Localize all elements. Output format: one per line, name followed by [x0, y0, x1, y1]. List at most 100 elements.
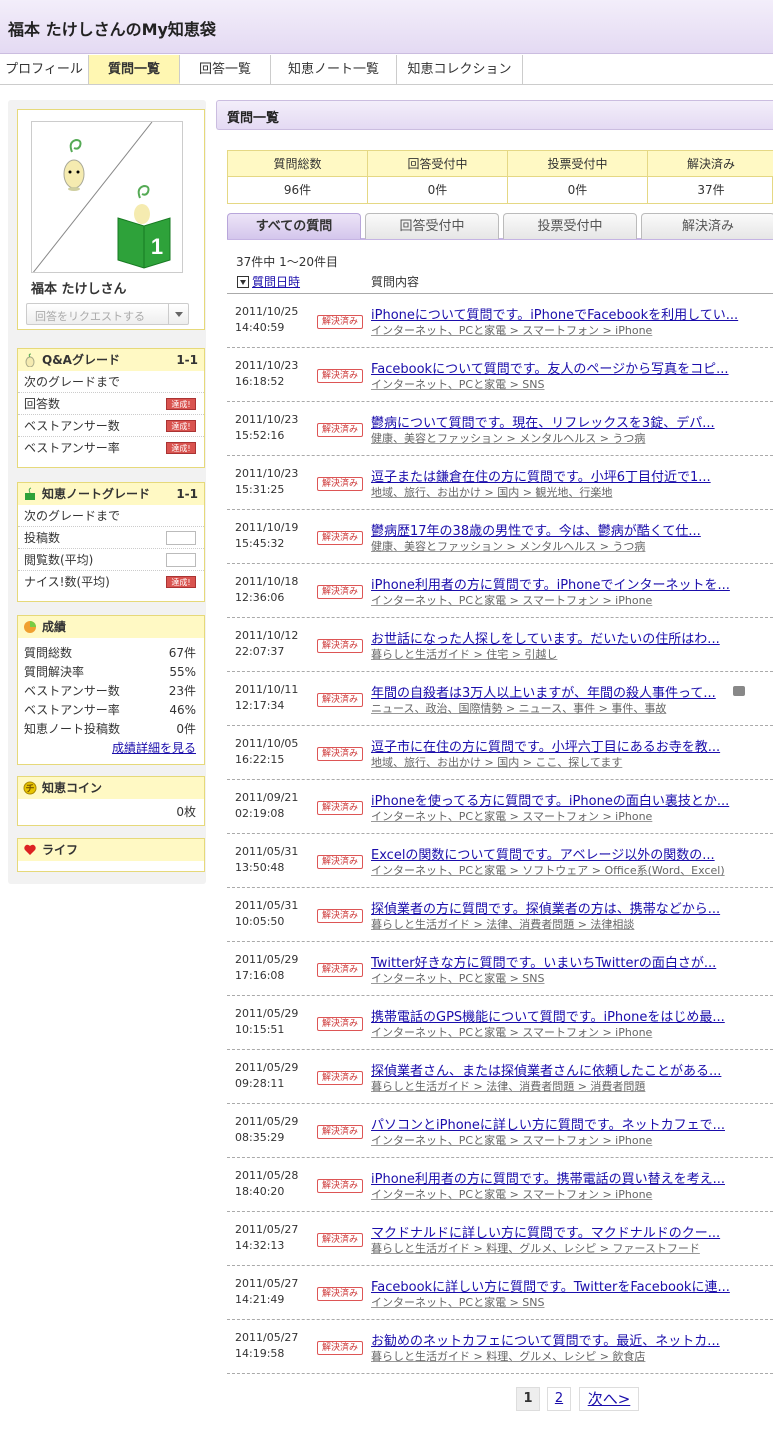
results-detail-link[interactable]: 成績詳細を見る: [112, 739, 196, 758]
summary-table: 質問総数 96件 回答受付中 0件 投票受付中 0件 解決済み 37件: [227, 150, 773, 204]
question-title-link[interactable]: Excelの関数について質問です。アベレージ以外の関数の...: [371, 844, 715, 863]
question-date: 2011/10/23: [235, 359, 299, 372]
question-category[interactable]: 暮らしと生活ガイド > 法律、消費者問題 > 法律相談: [371, 916, 634, 932]
request-answer-button[interactable]: 回答をリクエストする: [26, 303, 189, 325]
question-category[interactable]: 暮らしと生活ガイド > 法律、消費者問題 > 消費者問題: [371, 1078, 645, 1094]
question-time: 14:40:59: [235, 321, 285, 334]
resolved-badge: 解決済み: [317, 585, 363, 599]
question-time: 12:36:06: [235, 591, 285, 604]
question-title-link[interactable]: iPhone利用者の方に質問です。携帯電話の買い替えを考え...: [371, 1168, 725, 1187]
question-category[interactable]: 健康、美容とファッション > メンタルヘルス > うつ病: [371, 538, 645, 554]
next-page-link[interactable]: 次へ>: [579, 1387, 639, 1411]
question-title-link[interactable]: 鬱病について質問です。現在、リフレックスを3錠、デパ...: [371, 412, 715, 431]
avatar: 1: [31, 121, 183, 273]
question-title-link[interactable]: マクドナルドに詳しい方に質問です。マクドナルドのクー...: [371, 1222, 720, 1241]
question-date: 2011/05/29: [235, 1007, 299, 1020]
summary-value: 96件: [283, 183, 312, 197]
results-header: 成績: [18, 616, 204, 638]
question-category[interactable]: インターネット、PCと家電 > スマートフォン > iPhone: [371, 808, 652, 824]
resolved-badge: 解決済み: [317, 531, 363, 545]
question-title-link[interactable]: 逗子市に在住の方に質問です。小坪六丁目にあるお寺を教...: [371, 736, 720, 755]
tab-questions[interactable]: 質問一覧: [89, 55, 180, 84]
filter-tab-all[interactable]: すべての質問: [227, 213, 361, 239]
question-date: 2011/10/25: [235, 305, 299, 318]
resolved-badge: 解決済み: [317, 693, 363, 707]
filter-tab-open[interactable]: 回答受付中: [365, 213, 499, 239]
question-title-link[interactable]: iPhone利用者の方に質問です。iPhoneでインターネットを...: [371, 574, 730, 593]
tab-answers[interactable]: 回答一覧: [180, 55, 271, 84]
question-row: 2011/10/23 16:18:52 解決済み Facebookについて質問です。友…: [227, 348, 773, 402]
question-category[interactable]: インターネット、PCと家電 > スマートフォン > iPhone: [371, 322, 652, 338]
question-title-link[interactable]: Twitter好きな方に質問です。いまいちTwitterの面白さが...: [371, 952, 716, 971]
svg-text:1: 1: [151, 234, 163, 259]
question-category[interactable]: 健康、美容とファッション > メンタルヘルス > うつ病: [371, 430, 645, 446]
question-category[interactable]: ニュース、政治、国際情勢 > ニュース、事件 > 事件、事故: [371, 700, 666, 716]
stat-label: ベストアンサー率: [24, 703, 120, 717]
sort-by-date-link[interactable]: 質問日時: [252, 273, 300, 290]
question-title-link[interactable]: 探偵業者さん、または探偵業者さんに依頼したことがある...: [371, 1060, 721, 1079]
question-title-link[interactable]: 鬱病歴17年の38歳の男性です。今は、鬱病が酷くて仕...: [371, 520, 701, 539]
question-category[interactable]: 暮らしと生活ガイド > 住宅 > 引越し: [371, 646, 557, 662]
resolved-badge: 解決済み: [317, 477, 363, 491]
question-category[interactable]: インターネット、PCと家電 > SNS: [371, 1294, 545, 1310]
question-category[interactable]: インターネット、PCと家電 > スマートフォン > iPhone: [371, 1132, 652, 1148]
summary-value: 0件: [427, 183, 448, 197]
question-category[interactable]: インターネット、PCと家電 > SNS: [371, 376, 545, 392]
question-time: 10:05:50: [235, 915, 285, 928]
question-title-link[interactable]: 逗子または鎌倉在住の方に質問です。小坪6丁目付近で1...: [371, 466, 711, 485]
column-content-label: 質問内容: [371, 275, 420, 289]
page-2-link[interactable]: 2: [547, 1387, 571, 1411]
filter-tab-resolved[interactable]: 解決済み: [641, 213, 773, 239]
question-category[interactable]: インターネット、PCと家電 > SNS: [371, 970, 545, 986]
stat-label: ベストアンサー数: [24, 684, 120, 698]
page-header: 福本 たけしさんのMy知恵袋: [0, 0, 773, 54]
achieved-badge: 達成!: [166, 420, 196, 432]
question-row: 2011/05/31 10:05:50 解決済み 探偵業者の方に質問です。探偵業者の方…: [227, 888, 773, 942]
question-category[interactable]: 地域、旅行、お出かけ > 国内 > ここ、探してます: [371, 754, 622, 770]
sort-desc-icon[interactable]: [237, 276, 249, 288]
summary-label: 解決済み: [648, 151, 773, 177]
question-title-link[interactable]: iPhoneについて質問です。iPhoneでFacebookを利用してい...: [371, 304, 738, 323]
resolved-badge: 解決済み: [317, 1233, 363, 1247]
question-date: 2011/05/28: [235, 1169, 299, 1182]
question-title-link[interactable]: 携帯電話のGPS機能について質問です。iPhoneをはじめ最...: [371, 1006, 725, 1025]
question-title-link[interactable]: 探偵業者の方に質問です。探偵業者の方は、携帯などから...: [371, 898, 720, 917]
question-category[interactable]: インターネット、PCと家電 > スマートフォン > iPhone: [371, 1024, 652, 1040]
question-category[interactable]: インターネット、PCと家電 > ソフトウェア > Office系(Word、Ex…: [371, 862, 725, 878]
note-grade-value: 1-1: [176, 487, 198, 501]
question-title-link[interactable]: iPhoneを使ってる方に質問です。iPhoneの面白い裏技とか...: [371, 790, 729, 809]
qa-row-label: ベストアンサー数: [24, 419, 120, 433]
page-current: 1: [516, 1387, 540, 1411]
question-row: 2011/05/31 13:50:48 解決済み Excelの関数について質問です。ア…: [227, 834, 773, 888]
question-title-link[interactable]: お世話になった人探しをしています。だいたいの住所はわ...: [371, 628, 720, 647]
summary-label: 投票受付中: [508, 151, 647, 177]
summary-cell: 投票受付中 0件: [508, 151, 648, 203]
question-date: 2011/10/18: [235, 575, 299, 588]
profile-name: 福本 たけしさん: [31, 282, 127, 297]
question-category[interactable]: 地域、旅行、お出かけ > 国内 > 観光地、行楽地: [371, 484, 612, 500]
question-title-link[interactable]: 年間の自殺者は3万人以上いますが、年間の殺人事件って...: [371, 682, 716, 701]
filter-tab-voting[interactable]: 投票受付中: [503, 213, 637, 239]
question-category[interactable]: インターネット、PCと家電 > スマートフォン > iPhone: [371, 1186, 652, 1202]
question-title-link[interactable]: Facebookに詳しい方に質問です。TwitterをFacebookに連...: [371, 1276, 730, 1295]
tab-profile[interactable]: プロフィール: [0, 55, 89, 84]
question-list: 2011/10/25 14:40:59 解決済み iPhoneについて質問です。iPh…: [227, 293, 773, 1374]
question-title-link[interactable]: パソコンとiPhoneに詳しい方に質問です。ネットカフェで...: [371, 1114, 725, 1133]
stat-label: 質問解決率: [24, 665, 85, 679]
question-row: 2011/05/29 10:15:51 解決済み 携帯電話のGPS機能について質問です…: [227, 996, 773, 1050]
question-category[interactable]: 暮らしと生活ガイド > 料理、グルメ、レシピ > 飲食店: [371, 1348, 645, 1364]
chevron-down-icon[interactable]: [168, 304, 188, 324]
resolved-badge: 解決済み: [317, 963, 363, 977]
question-title-link[interactable]: お勧めのネットカフェについて質問です。最近、ネットカ...: [371, 1330, 720, 1349]
tab-collection[interactable]: 知恵コレクション: [397, 55, 523, 84]
question-category[interactable]: 暮らしと生活ガイド > 料理、グルメ、レシピ > ファーストフード: [371, 1240, 700, 1256]
question-row: 2011/05/28 18:40:20 解決済み iPhone利用者の方に質問です。携…: [227, 1158, 773, 1212]
tab-notes[interactable]: 知恵ノート一覧: [271, 55, 397, 84]
question-date: 2011/10/23: [235, 413, 299, 426]
question-category[interactable]: インターネット、PCと家電 > スマートフォン > iPhone: [371, 592, 652, 608]
pie-chart-icon: [24, 621, 36, 633]
question-row: 2011/05/29 08:35:29 解決済み パソコンとiPhoneに詳しい方に質…: [227, 1104, 773, 1158]
question-time: 16:18:52: [235, 375, 285, 388]
question-row: 2011/05/27 14:19:58 解決済み お勧めのネットカフェについて質問です…: [227, 1320, 773, 1374]
question-title-link[interactable]: Facebookについて質問です。友人のページから写真をコピ...: [371, 358, 729, 377]
